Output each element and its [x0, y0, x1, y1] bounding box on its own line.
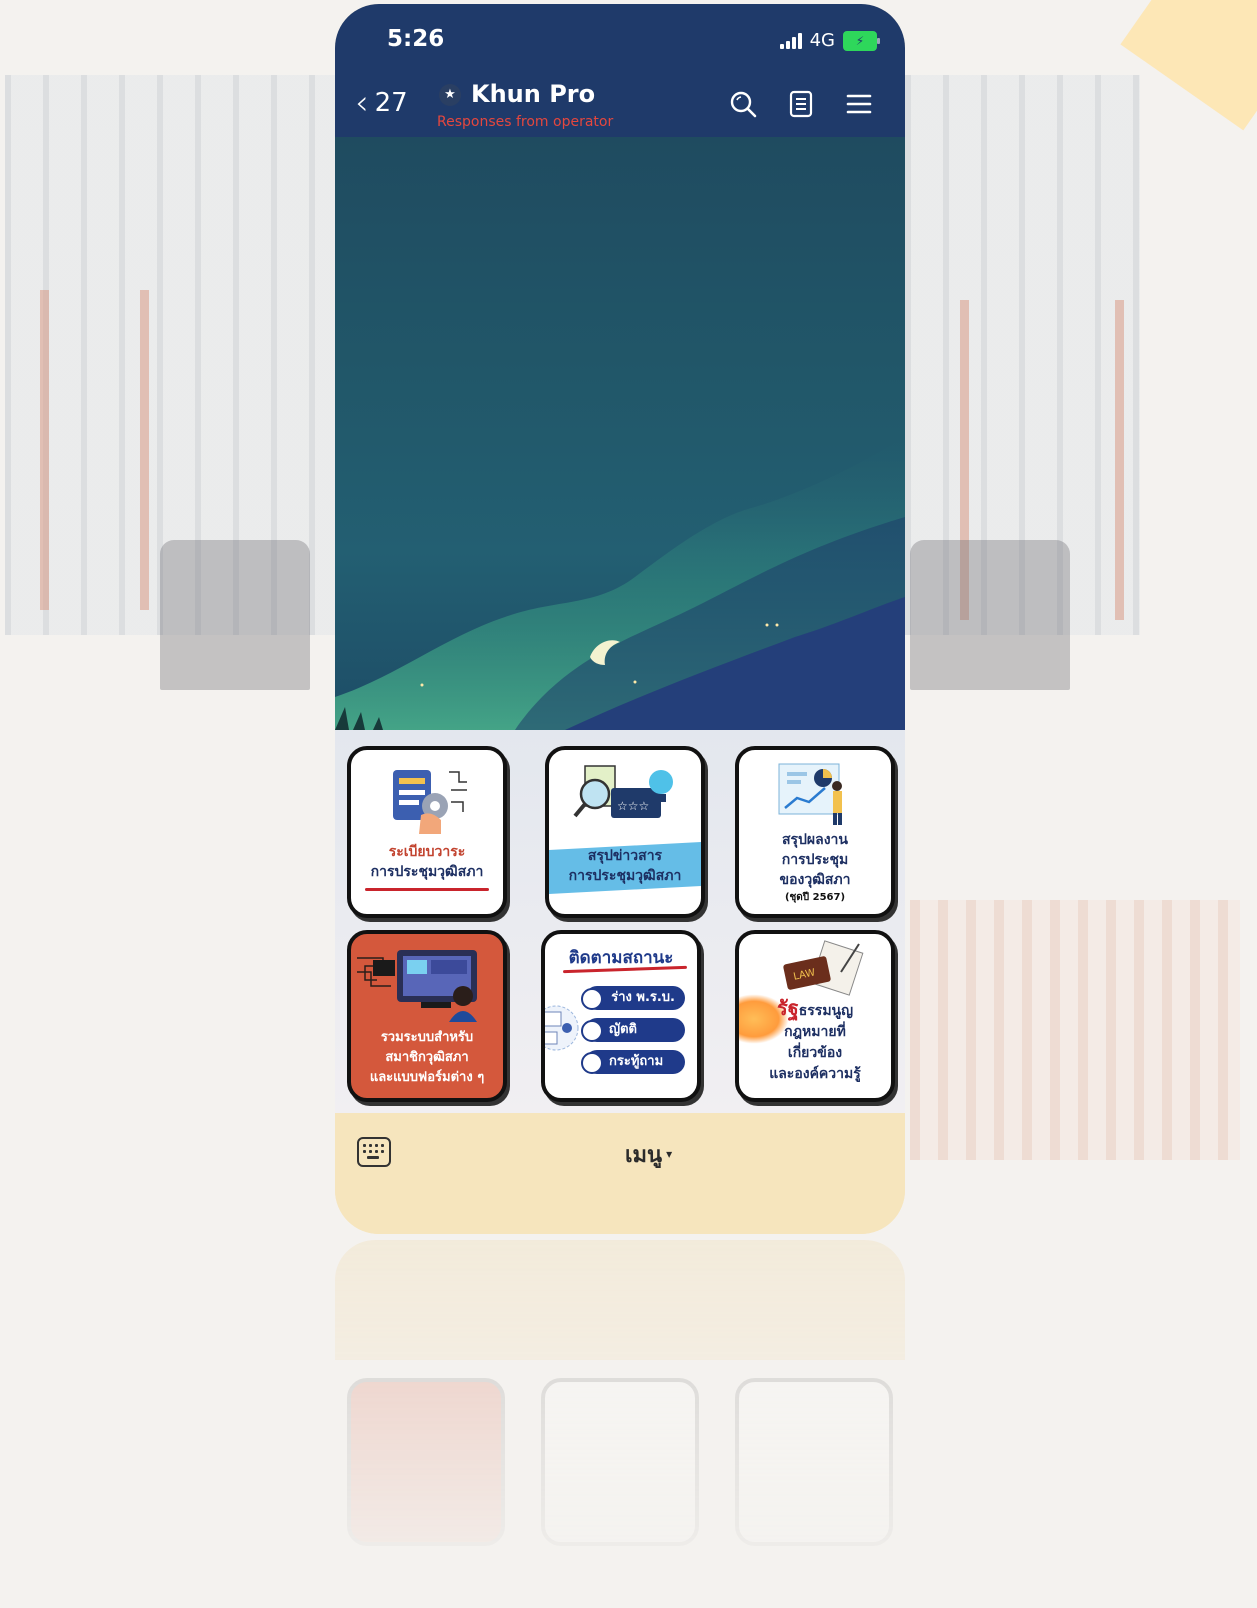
phone-reflection — [335, 1240, 905, 1608]
reflection-bar — [335, 1240, 905, 1360]
agenda-illustration — [351, 760, 503, 840]
reflection-tile — [735, 1378, 893, 1546]
people-group — [910, 540, 1070, 690]
status-indicators: 4G ⚡ — [779, 30, 880, 51]
tile-label: สรุปข่าวสาร การประชุมวุฒิสภา — [568, 848, 682, 884]
performance-report-illustration — [739, 756, 891, 830]
systems-computer-illustration — [351, 938, 503, 1022]
tile-label: ระเบียบวาระ การประชุมวุฒิสภา — [370, 844, 484, 880]
rich-menu: ระเบียบวาระ การประชุมวุฒิสภา ☆☆☆ สรุปข่า… — [335, 730, 905, 1113]
law-book-illustration: LAW — [739, 938, 891, 1000]
building-column — [1115, 300, 1124, 620]
menu-icon[interactable] — [845, 90, 873, 118]
reflection-tile — [347, 1378, 505, 1546]
menu-tile-news-summary[interactable]: ☆☆☆ สรุปข่าวสาร การประชุมวุฒิสภา — [545, 746, 705, 918]
battery-charging-icon: ⚡ — [843, 30, 880, 51]
news-summary-illustration: ☆☆☆ — [549, 758, 701, 838]
radio-circle-icon — [581, 1052, 603, 1074]
official-star-icon: ★ — [439, 84, 461, 106]
tile-label: สรุปผลงาน การประชุม ของวุฒิสภา (ชุดปี 25… — [779, 832, 851, 903]
keyboard-icon[interactable] — [357, 1137, 391, 1167]
network-label: 4G — [809, 30, 835, 51]
search-icon[interactable] — [729, 90, 757, 118]
menu-tile-systems-forms[interactable]: รวมระบบสำหรับ สมาชิกวุฒิสภา และแบบฟอร์มต… — [347, 930, 507, 1102]
radio-circle-icon — [581, 988, 603, 1010]
signal-icon — [779, 32, 802, 49]
tile-label: รวมระบบสำหรับ สมาชิกวุฒิสภา และแบบฟอร์มต… — [369, 1030, 485, 1085]
unread-count: 27 — [374, 88, 408, 118]
aurora-wallpaper — [335, 437, 905, 730]
radio-circle-icon — [581, 1020, 603, 1042]
tile-label: รัฐธรรมนูญ กฎหมายที่ เกี่ยวข้อง และองค์ค… — [769, 996, 861, 1083]
notes-icon[interactable] — [787, 90, 815, 118]
status-pill[interactable]: กระทู้ถาม — [581, 1050, 685, 1074]
menu-label: เมนู — [625, 1143, 663, 1168]
phone-screen: 5:26 4G ⚡ ‹ 27 ★ Khun Pro Responses from… — [335, 4, 905, 1234]
menu-tile-status-tracking[interactable]: ติดตามสถานะ ร่าง พ.ร.บ. ญัตติ กระทู้ถาม — [541, 930, 701, 1102]
caret-down-icon: ▾ — [666, 1147, 673, 1161]
corner-decoration — [1120, 0, 1257, 131]
bottom-bar: เมนู ▾ — [335, 1113, 905, 1234]
menu-tile-constitution-law[interactable]: LAW รัฐธรรมนูญ กฎหมายที่ เกี่ยวข้อง และอ… — [735, 930, 895, 1102]
menu-tile-performance-report[interactable]: สรุปผลงาน การประชุม ของวุฒิสภา (ชุดปี 25… — [735, 746, 895, 918]
status-pill[interactable]: ญัตติ — [581, 1018, 685, 1042]
building-column — [40, 290, 49, 610]
reflection-tile — [541, 1378, 699, 1546]
chat-header: 5:26 4G ⚡ ‹ 27 ★ Khun Pro Responses from… — [335, 4, 905, 137]
chat-wallpaper[interactable] — [335, 137, 905, 730]
status-time: 5:26 — [387, 26, 445, 52]
chat-title[interactable]: Khun Pro — [471, 80, 595, 108]
traditional-roof — [910, 900, 1240, 1160]
chat-subtitle: Responses from operator — [437, 114, 614, 130]
menu-toggle[interactable]: เมนู ▾ — [625, 1137, 672, 1172]
back-button[interactable]: ‹ 27 — [355, 83, 408, 123]
chevron-left-icon: ‹ — [355, 83, 369, 123]
building-column — [140, 290, 149, 610]
underline-decoration — [365, 888, 489, 891]
status-pill[interactable]: ร่าง พ.ร.บ. — [581, 986, 685, 1010]
menu-tile-agenda[interactable]: ระเบียบวาระ การประชุมวุฒิสภา — [347, 746, 507, 918]
status-tracking-illustration — [545, 998, 581, 1058]
people-group — [160, 540, 310, 690]
svg-text:☆☆☆: ☆☆☆ — [617, 799, 649, 813]
